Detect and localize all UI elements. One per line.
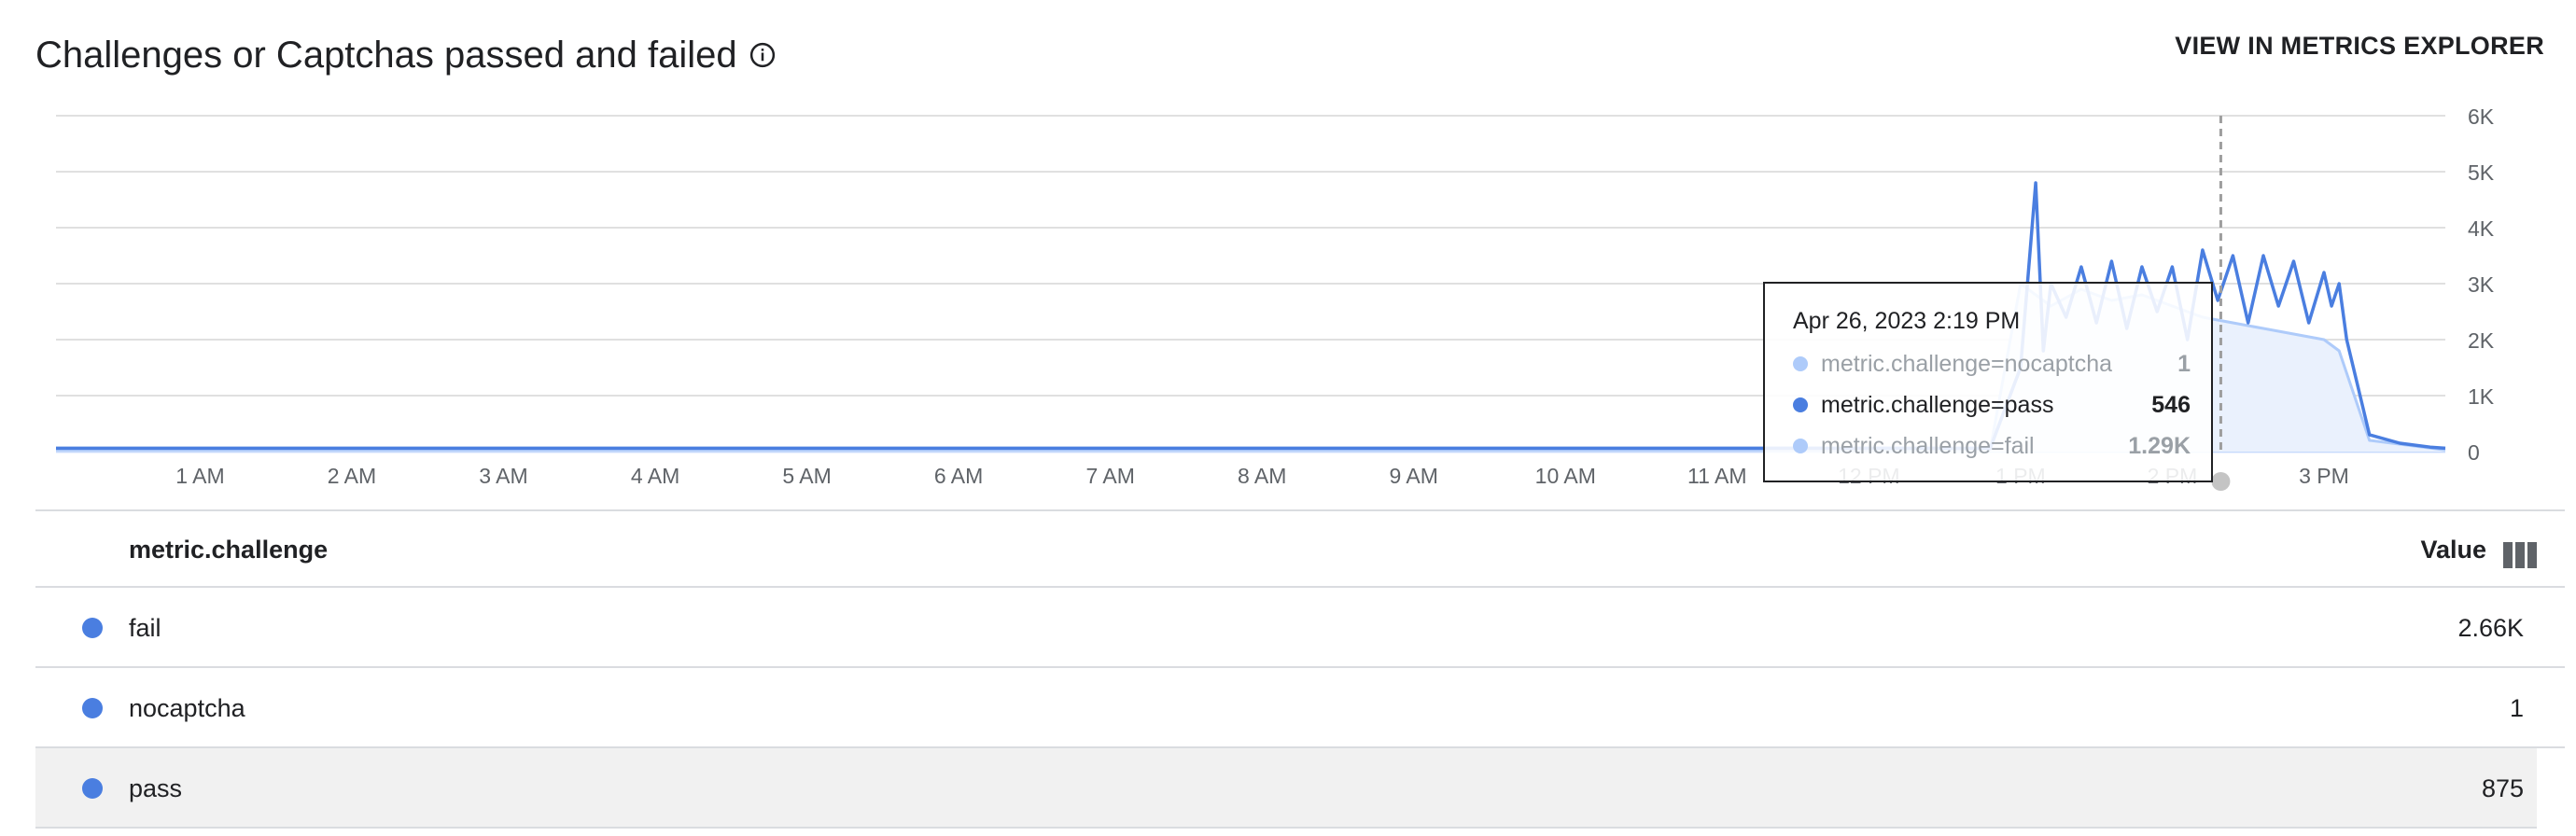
column-header-metric[interactable]: metric.challenge [129,536,328,564]
tooltip-legend-dot [1793,439,1808,453]
tooltip-legend-dot [1793,356,1808,371]
row-value: 1 [2509,694,2524,722]
legend-table: metric.challenge Value fail 2.66K nocapt… [35,509,2565,829]
table-header: metric.challenge Value [35,509,2565,588]
y-tick-label: 1K [2468,384,2495,409]
tooltip-row-fail: metric.challenge=fail 1.29K [1793,429,2191,463]
tooltip-row-nocaptcha: metric.challenge=nocaptcha 1 [1793,347,2191,381]
y-tick-label: 2K [2468,328,2495,353]
row-value: 875 [2481,774,2524,802]
tooltip-series-value: 1 [2177,350,2191,377]
x-tick-label: 10 AM [1535,464,1596,488]
x-tick-label: 7 AM [1085,464,1134,488]
chart-tooltip: Apr 26, 2023 2:19 PM metric.challenge=no… [1763,282,2213,482]
row-metric-name: nocaptcha [129,694,245,722]
series-color-dot [82,698,103,718]
tooltip-series-label: metric.challenge=nocaptcha [1821,350,2112,377]
x-tick-label: 4 AM [631,464,679,488]
x-tick-label: 3 AM [479,464,527,488]
tooltip-series-label: metric.challenge=fail [1821,432,2035,459]
x-tick-label: 9 AM [1390,464,1438,488]
x-tick-label: 3 PM [2299,464,2349,488]
tooltip-series-value: 546 [2151,391,2191,418]
x-tick-label: 5 AM [782,464,831,488]
tooltip-row-pass: metric.challenge=pass 546 [1793,388,2191,422]
y-tick-label: 4K [2468,216,2495,241]
series-color-dot [82,778,103,799]
x-tick-label: 8 AM [1238,464,1286,488]
row-metric-name: pass [129,774,183,802]
x-tick-label: 11 AM [1687,464,1747,488]
tooltip-series-label: metric.challenge=pass [1821,391,2054,418]
y-tick-label: 6K [2468,104,2495,129]
tooltip-date: Apr 26, 2023 2:19 PM [1793,308,2021,334]
y-tick-label: 3K [2468,272,2495,297]
y-tick-label: 5K [2468,160,2495,185]
table-row[interactable]: nocaptcha 1 [35,668,2565,748]
x-tick-label: 2 AM [328,464,376,488]
hover-cursor-handle [2211,472,2231,491]
column-header-value[interactable]: Value [2420,536,2486,564]
table-row[interactable]: pass 875 [35,748,2537,829]
row-value: 2.66K [2457,614,2524,642]
row-metric-name: fail [129,614,161,642]
column-picker-icon[interactable] [2503,542,2537,568]
y-tick-label: 0 [2468,440,2480,465]
tooltip-series-value: 1.29K [2128,432,2191,459]
series-color-dot [82,618,103,638]
tooltip-legend-dot [1793,397,1808,412]
x-tick-label: 1 AM [175,464,224,488]
table-row[interactable]: fail 2.66K [35,588,2565,668]
x-tick-label: 6 AM [934,464,983,488]
